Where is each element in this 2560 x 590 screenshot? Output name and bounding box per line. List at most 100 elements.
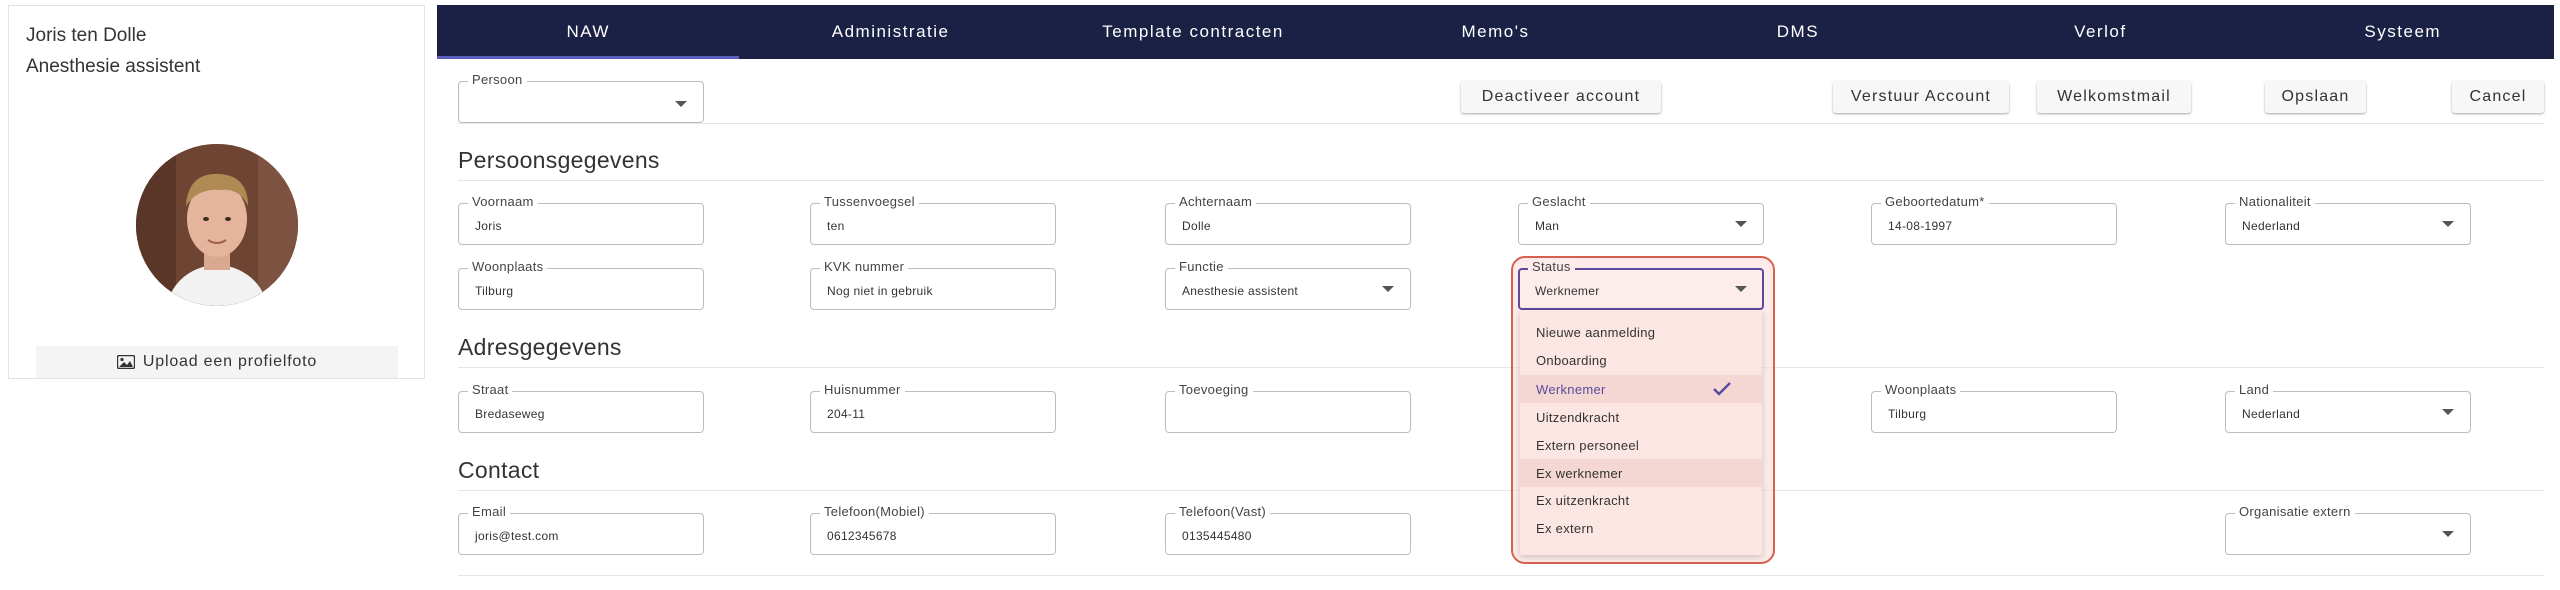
welcome-mail-button[interactable]: Welkomstmail [2037,81,2191,113]
divider [458,367,2544,368]
profile-photo [136,144,298,306]
profile-card: Joris ten Dolle Anesthesie assistent Upl… [8,5,425,379]
kvk-value: Nog niet in gebruik [827,284,933,298]
save-button[interactable]: Opslaan [2265,81,2366,113]
achternaam-field[interactable]: Achternaam Dolle [1165,195,1411,245]
functie-value: Anesthesie assistent [1182,284,1299,298]
organisatie-extern-select[interactable]: Organisatie extern [2225,505,2471,555]
straat-field[interactable]: Straat Bredaseweg [458,383,704,433]
geboortedatum-value: 14-08-1997 [1888,219,1953,233]
nationaliteit-label: Nationaliteit [2235,195,2315,209]
status-option-uitzendkracht[interactable]: Uitzendkracht [1520,403,1762,431]
status-option-werknemer[interactable]: Werknemer [1520,375,1762,403]
tab-verlof[interactable]: Verlof [1949,5,2251,59]
status-option-extern-personeel[interactable]: Extern personeel [1520,431,1762,459]
status-option-werknemer-label: Werknemer [1536,381,1606,397]
chevron-down-icon [1735,286,1747,292]
woonplaats-value: Tilburg [475,284,514,298]
email-field[interactable]: Email joris@test.com [458,505,704,555]
status-option-onboarding[interactable]: Onboarding [1520,346,1762,374]
status-value: Werknemer [1535,284,1600,298]
cancel-button[interactable]: Cancel [2452,81,2544,113]
toevoeging-field[interactable]: Toevoeging [1165,383,1411,433]
functie-select[interactable]: Functie Anesthesie assistent [1165,260,1411,310]
persoon-select[interactable]: Persoon [458,73,704,123]
divider [458,123,2544,124]
section-title-persoonsgegevens: Persoonsgegevens [458,147,660,173]
toevoeging-label: Toevoeging [1175,383,1253,397]
telefoon-mobiel-field[interactable]: Telefoon(Mobiel) 0612345678 [810,505,1056,555]
check-icon [1713,382,1731,396]
land-select[interactable]: Land Nederland [2225,383,2471,433]
adres-woonplaats-field[interactable]: Woonplaats Tilburg [1871,383,2117,433]
status-label: Status [1528,260,1575,274]
tussenvoegsel-label: Tussenvoegsel [820,195,919,209]
geslacht-value: Man [1535,219,1560,233]
achternaam-label: Achternaam [1175,195,1257,209]
chevron-down-icon [2442,221,2454,227]
tab-naw[interactable]: NAW [437,5,740,59]
chevron-down-icon [1382,286,1394,292]
status-option-nieuwe-aanmelding[interactable]: Nieuwe aanmelding [1520,318,1762,346]
kvk-field[interactable]: KVK nummer Nog niet in gebruik [810,260,1056,310]
organisatie-extern-label: Organisatie extern [2235,505,2355,519]
voornaam-field[interactable]: Voornaam Joris [458,195,704,245]
image-icon [116,355,135,369]
tab-memos[interactable]: Memo's [1344,5,1646,59]
upload-photo-label: Upload een profielfoto [142,353,318,370]
achternaam-value: Dolle [1182,219,1211,233]
kvk-label: KVK nummer [820,260,909,274]
geslacht-select[interactable]: Geslacht Man [1518,195,1764,245]
woonplaats-field[interactable]: Woonplaats Tilburg [458,260,704,310]
status-select[interactable]: Status Werknemer [1518,260,1764,310]
status-option-ex-werknemer[interactable]: Ex werknemer [1520,459,1762,487]
email-label: Email [468,505,511,519]
geboortedatum-label: Geboortedatum* [1881,195,1989,209]
geslacht-label: Geslacht [1528,195,1590,209]
tab-template-contracten[interactable]: Template contracten [1042,5,1344,59]
telefoon-vast-field[interactable]: Telefoon(Vast) 0135445480 [1165,505,1411,555]
chevron-down-icon [2442,531,2454,537]
telefoon-mobiel-label: Telefoon(Mobiel) [820,505,929,519]
upload-photo-button[interactable]: Upload een profielfoto [36,346,398,378]
tab-administratie[interactable]: Administratie [739,5,1041,59]
section-title-contact: Contact [458,457,540,483]
avatar [136,144,298,306]
status-option-ex-uitzenkracht[interactable]: Ex uitzenkracht [1520,486,1762,514]
main-tabs: NAW Administratie Template contracten Me… [437,5,2554,59]
profile-role: Anesthesie assistent [26,56,201,77]
woonplaats-label: Woonplaats [468,260,548,274]
tab-dms[interactable]: DMS [1647,5,1949,59]
huisnummer-field[interactable]: Huisnummer 204-11 [810,383,1056,433]
email-value: joris@test.com [475,529,559,543]
huisnummer-value: 204-11 [827,407,866,421]
divider [458,180,2544,181]
land-label: Land [2235,383,2274,397]
straat-value: Bredaseweg [475,407,545,421]
section-title-adresgegevens: Adresgegevens [458,334,622,360]
land-value: Nederland [2242,407,2301,421]
functie-label: Functie [1175,260,1228,274]
geboortedatum-field[interactable]: Geboortedatum* 14-08-1997 [1871,195,2117,245]
status-option-ex-extern[interactable]: Ex extern [1520,514,1762,542]
voornaam-label: Voornaam [468,195,538,209]
deactivate-account-button[interactable]: Deactiveer account [1461,81,1661,113]
voornaam-value: Joris [475,219,502,233]
chevron-down-icon [675,101,687,107]
huisnummer-label: Huisnummer [820,383,905,397]
divider [458,490,2544,491]
send-account-button[interactable]: Verstuur Account [1833,81,2009,113]
tab-systeem[interactable]: Systeem [2252,5,2554,59]
telefoon-mobiel-value: 0612345678 [827,529,897,543]
chevron-down-icon [1735,221,1747,227]
telefoon-vast-value: 0135445480 [1182,529,1252,543]
adres-woonplaats-label: Woonplaats [1881,383,1961,397]
profile-name: Joris ten Dolle [26,25,147,46]
status-dropdown-menu: Nieuwe aanmelding Onboarding Werknemer U… [1520,310,1762,555]
straat-label: Straat [468,383,513,397]
telefoon-vast-label: Telefoon(Vast) [1175,505,1271,519]
adres-woonplaats-value: Tilburg [1888,407,1927,421]
tussenvoegsel-field[interactable]: Tussenvoegsel ten [810,195,1056,245]
divider [458,575,2544,576]
nationaliteit-select[interactable]: Nationaliteit Nederland [2225,195,2471,245]
